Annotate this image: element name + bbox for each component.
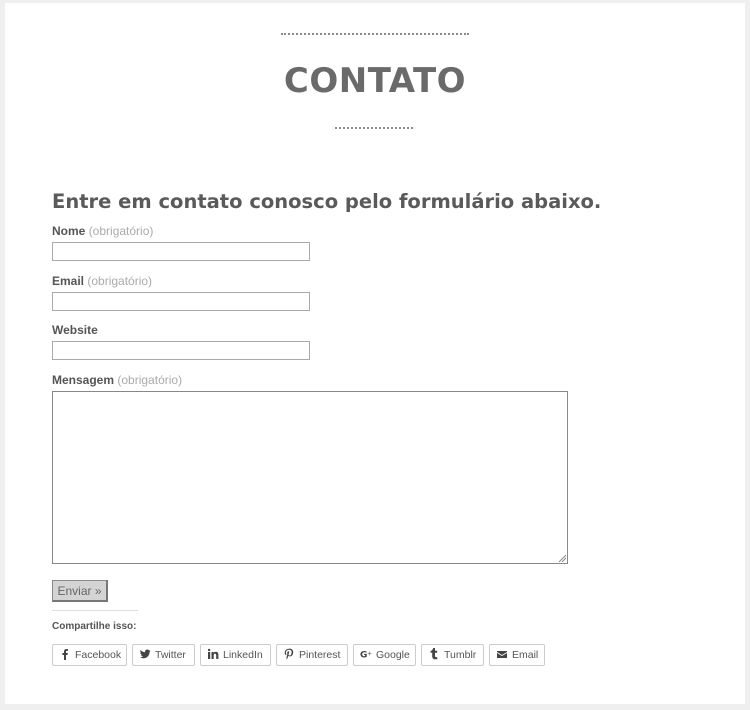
form-intro-heading: Entre em contato conosco pelo formulário… — [52, 190, 602, 213]
twitter-icon — [139, 648, 151, 660]
email-required-note: (obrigatório) — [87, 274, 153, 288]
share-google-button[interactable]: G + Google — [353, 644, 416, 666]
website-label-text: Website — [52, 323, 98, 337]
share-linkedin-label: LinkedIn — [223, 649, 263, 661]
share-tumblr-button[interactable]: Tumblr — [421, 644, 484, 666]
tumblr-icon — [428, 648, 440, 660]
message-label-text: Mensagem — [52, 373, 115, 387]
email-label: Email (obrigatório) — [52, 274, 152, 288]
email-icon — [496, 648, 508, 660]
share-facebook-label: Facebook — [75, 649, 122, 661]
page-title: CONTATO — [283, 61, 467, 101]
email-input[interactable] — [52, 292, 310, 311]
email-label-text: Email — [52, 274, 85, 288]
name-input[interactable] — [52, 242, 310, 261]
share-heading: Compartilhe isso: — [52, 621, 137, 632]
share-divider — [52, 610, 138, 611]
share-email-label: Email — [512, 649, 539, 661]
pinterest-icon — [283, 648, 295, 660]
google-plus-icon: G + — [360, 648, 372, 661]
resize-handle-icon[interactable] — [558, 554, 566, 562]
message-label: Mensagem (obrigatório) — [52, 373, 182, 387]
svg-text:+: + — [367, 651, 372, 658]
facebook-icon — [59, 648, 71, 660]
name-required-note: (obrigatório) — [88, 224, 154, 238]
message-textarea[interactable] — [52, 391, 568, 564]
share-pinterest-label: Pinterest — [299, 649, 341, 661]
title-divider-bottom — [335, 127, 413, 129]
share-facebook-button[interactable]: Facebook — [52, 644, 127, 666]
share-twitter-label: Twitter — [155, 649, 186, 661]
name-label-text: Nome — [52, 224, 86, 238]
website-label: Website — [52, 323, 98, 337]
share-email-button[interactable]: Email — [489, 644, 545, 666]
share-google-label: Google — [376, 649, 410, 661]
share-twitter-button[interactable]: Twitter — [132, 644, 195, 666]
submit-button[interactable]: Enviar » — [52, 580, 108, 602]
name-label: Nome (obrigatório) — [52, 224, 153, 238]
linkedin-icon — [207, 648, 219, 660]
title-divider-top — [281, 33, 469, 35]
share-tumblr-label: Tumblr — [444, 649, 477, 661]
message-required-note: (obrigatório) — [117, 373, 183, 387]
share-linkedin-button[interactable]: LinkedIn — [200, 644, 271, 666]
page-content: CONTATO Entre em contato conosco pelo fo… — [5, 3, 745, 704]
share-pinterest-button[interactable]: Pinterest — [276, 644, 348, 666]
website-input[interactable] — [52, 341, 310, 360]
